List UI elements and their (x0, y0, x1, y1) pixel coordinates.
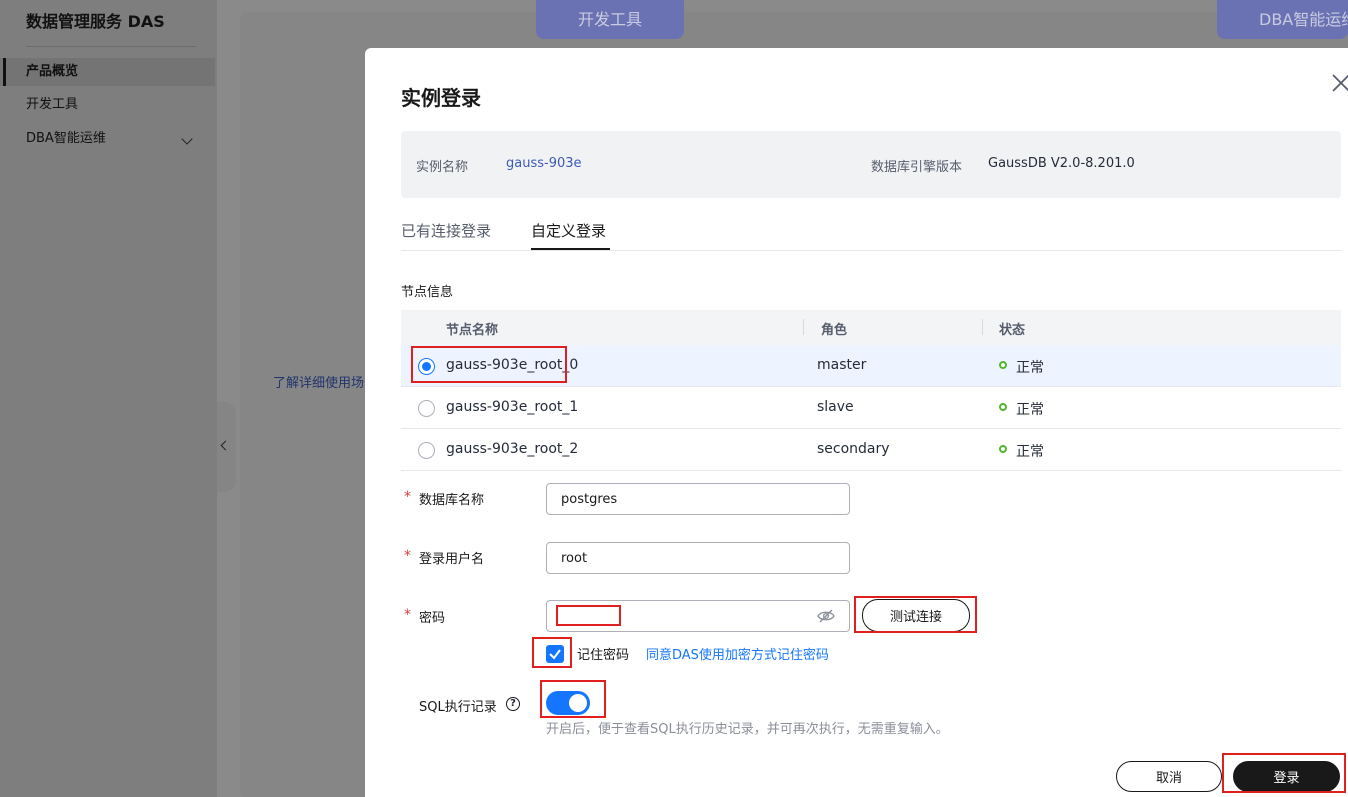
bg-learn-link[interactable]: 了解详细使用场景 (273, 372, 365, 391)
header-node-name: 节点名称 (446, 323, 499, 338)
node-name: gauss-903e_root_2 (446, 441, 579, 457)
node-status: 正常 (1016, 444, 1044, 460)
login-mode-tabs: 已有连接登录 自定义登录 (401, 212, 1341, 251)
sql-record-hint: 开启后，便于查看SQL执行历史记录，并可再次执行，无需重复输入。 (546, 722, 949, 737)
chevron-left-icon (220, 440, 231, 451)
status-ok-icon (999, 361, 1007, 369)
required-marker: * (404, 548, 411, 564)
sql-record-label: SQL执行记录 (419, 700, 497, 715)
node-name: gauss-903e_root_0 (446, 357, 579, 373)
tab-custom-login[interactable]: 自定义登录 (531, 220, 606, 241)
remember-password-label: 记住密码 (577, 648, 630, 663)
tab-active-indicator (531, 248, 610, 250)
node-info-label: 节点信息 (401, 285, 454, 300)
sidebar-title: 数据管理服务 DAS (26, 12, 165, 31)
username-input[interactable] (546, 542, 850, 574)
sidebar-item-overview[interactable]: 产品概览 (0, 58, 215, 86)
required-marker: * (404, 607, 411, 623)
sidebar-divider (26, 46, 196, 47)
instance-info-box: 实例名称 gauss-903e 数据库引擎版本 GaussDB V2.0-8.2… (401, 131, 1341, 198)
status-ok-icon (999, 445, 1007, 453)
close-icon[interactable] (1330, 72, 1348, 94)
sidebar-item-dba[interactable]: DBA智能运维 (0, 125, 215, 153)
help-icon[interactable]: ? (506, 697, 520, 711)
tab-existing-connection[interactable]: 已有连接登录 (401, 220, 491, 241)
password-label: 密码 (419, 611, 446, 626)
chevron-down-icon (181, 133, 193, 145)
header-divider (982, 319, 983, 335)
node-role: master (817, 357, 867, 373)
instance-name-label: 实例名称 (416, 160, 469, 175)
node-status: 正常 (1016, 360, 1044, 376)
node-status: 正常 (1016, 402, 1044, 418)
engine-version-label: 数据库引擎版本 (871, 160, 963, 175)
instance-login-dialog: 实例登录 实例名称 gauss-903e 数据库引擎版本 GaussDB V2.… (365, 48, 1348, 797)
header-status: 状态 (999, 323, 1026, 338)
db-name-input[interactable] (546, 483, 850, 515)
remember-password-agreement-link[interactable]: 同意DAS使用加密方式记住密码 (646, 644, 829, 663)
sidebar-item-dev-tools[interactable]: 开发工具 (0, 91, 215, 119)
sidebar: 数据管理服务 DAS 产品概览 开发工具 DBA智能运维 (0, 0, 217, 797)
bg-tab-dba[interactable]: DBA智能运维 (1217, 0, 1348, 39)
test-connection-button[interactable]: 测试连接 (862, 599, 970, 632)
node-name: gauss-903e_root_1 (446, 399, 579, 415)
instance-name-value[interactable]: gauss-903e (506, 156, 582, 171)
node-role: slave (817, 399, 854, 415)
table-header: 节点名称 角色 状态 (401, 310, 1341, 345)
header-role: 角色 (821, 323, 848, 338)
node-role: secondary (817, 441, 890, 457)
node-radio[interactable] (418, 400, 435, 417)
dialog-title: 实例登录 (401, 86, 481, 110)
cancel-button[interactable]: 取消 (1116, 761, 1222, 792)
status-ok-icon (999, 403, 1007, 411)
password-input[interactable] (546, 600, 850, 632)
sidebar-item-dba-label: DBA智能运维 (26, 131, 106, 146)
login-button[interactable]: 登录 (1233, 761, 1340, 792)
sidebar-collapse-button[interactable] (217, 402, 236, 492)
check-icon (549, 649, 561, 660)
username-label: 登录用户名 (419, 552, 485, 567)
db-name-label: 数据库名称 (419, 493, 485, 508)
remember-password-checkbox[interactable] (546, 645, 564, 663)
bg-tab-dev-tools[interactable]: 开发工具 (536, 0, 684, 39)
sql-record-toggle[interactable] (546, 691, 590, 715)
node-radio[interactable] (418, 358, 435, 375)
table-row[interactable]: gauss-903e_root_2 secondary 正常 (401, 429, 1341, 471)
required-marker: * (404, 489, 411, 505)
table-row[interactable]: gauss-903e_root_0 master 正常 (401, 345, 1341, 387)
header-divider (803, 319, 804, 335)
engine-version-value: GaussDB V2.0-8.201.0 (988, 156, 1135, 171)
table-row[interactable]: gauss-903e_root_1 slave 正常 (401, 387, 1341, 429)
node-radio[interactable] (418, 442, 435, 459)
eye-hidden-icon[interactable] (817, 609, 835, 623)
